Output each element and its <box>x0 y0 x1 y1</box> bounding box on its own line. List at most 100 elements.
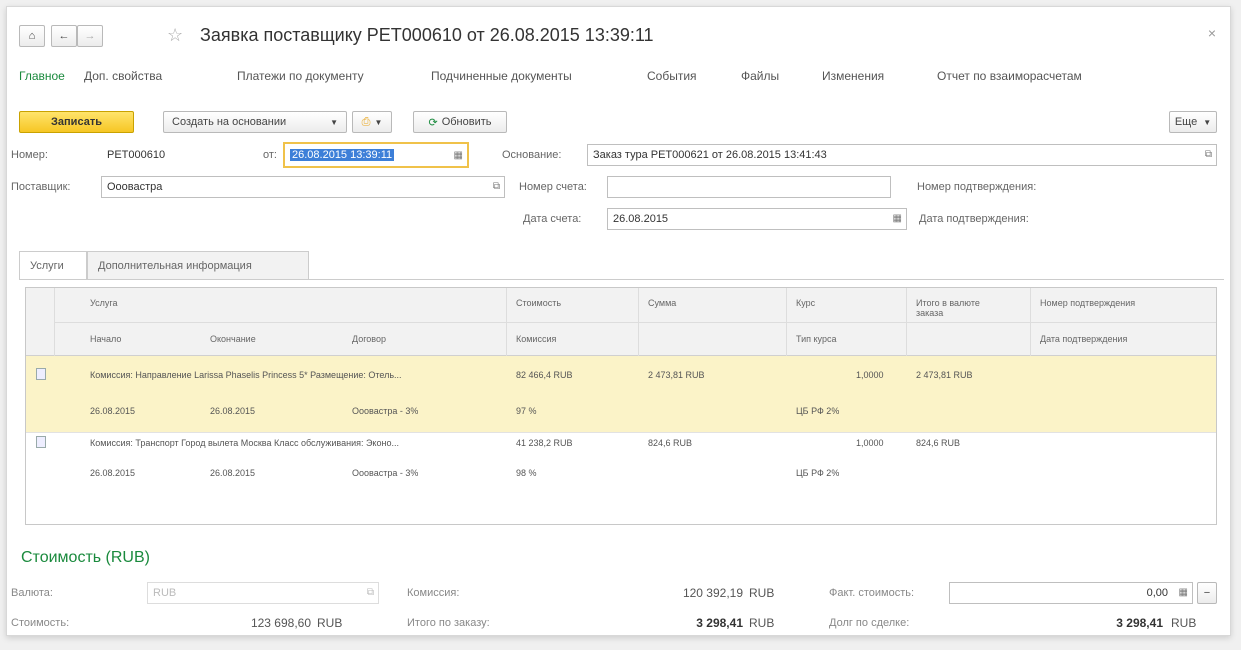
currency-field[interactable]: RUB ⧉ <box>147 582 379 604</box>
back-arrow-icon: ← <box>58 30 70 42</box>
row2-rate[interactable]: 1,0000 <box>856 438 884 448</box>
col-total[interactable]: Итого в валюте заказа <box>916 298 1006 318</box>
number-field[interactable]: PET000610 <box>101 144 243 166</box>
row1-end[interactable]: 26.08.2015 <box>210 406 255 416</box>
commission-label: Комиссия: <box>407 587 460 599</box>
currency-value: RUB <box>153 587 177 599</box>
row2-end[interactable]: 26.08.2015 <box>210 468 255 478</box>
row2-cost[interactable]: 41 238,2 RUB <box>516 438 573 448</box>
nav-events[interactable]: События <box>647 69 697 83</box>
chevron-down-icon: ▼ <box>330 117 338 127</box>
document-icon <box>36 368 46 380</box>
clear-button[interactable]: − <box>1197 582 1217 604</box>
row1-rate-type[interactable]: ЦБ РФ 2% <box>796 406 839 416</box>
services-table[interactable]: Услуга Стоимость Сумма Курс Итого в валю… <box>25 287 1217 525</box>
invoice-date-field[interactable]: 26.08.2015 ▦ <box>607 208 907 230</box>
col-cost[interactable]: Стоимость <box>516 298 561 308</box>
row2-service[interactable]: Комиссия: Транспорт Город вылета Москва … <box>90 438 495 448</box>
actual-cost-field[interactable]: 0,00 ▦ <box>949 582 1193 604</box>
cost-label: Стоимость: <box>11 617 70 629</box>
supplier-field[interactable]: Ооовастра ⧉ <box>101 176 505 198</box>
debt-value: 3 298,41 <box>1116 616 1163 630</box>
refresh-button[interactable]: ⟳ Обновить <box>413 111 507 133</box>
page-title: Заявка поставщику PET000610 от 26.08.201… <box>200 25 654 45</box>
row1-commission[interactable]: 97 % <box>516 406 537 416</box>
debt-currency: RUB <box>1171 616 1197 630</box>
row1-service[interactable]: Комиссия: Направление Larissa Phaselis P… <box>90 370 495 380</box>
actual-cost-value: 0,00 <box>1146 587 1168 599</box>
document-icon <box>36 436 46 448</box>
nav-changes[interactable]: Изменения <box>822 69 884 83</box>
home-icon: ⌂ <box>28 30 36 42</box>
row2-total[interactable]: 824,6 RUB <box>916 438 960 448</box>
row1-contract[interactable]: Ооовастра - 3% <box>352 406 418 416</box>
section-title: Стоимость (RUB) <box>21 549 150 566</box>
supplier-label: Поставщик: <box>11 181 71 193</box>
calendar-icon[interactable]: ▦ <box>893 213 902 224</box>
commission-currency: RUB <box>749 586 775 600</box>
row1-start[interactable]: 26.08.2015 <box>90 406 135 416</box>
save-button[interactable]: Записать <box>19 111 134 133</box>
col-confirm-date[interactable]: Дата подтверждения <box>1040 334 1127 344</box>
row2-commission[interactable]: 98 % <box>516 468 537 478</box>
forward-button[interactable]: → <box>77 25 103 47</box>
date-value: 26.08.2015 13:39:11 <box>290 149 395 161</box>
col-service[interactable]: Услуга <box>90 298 117 308</box>
number-value: PET000610 <box>107 149 166 161</box>
from-label: от: <box>263 149 277 161</box>
currency-label: Валюта: <box>11 587 53 599</box>
basis-label: Основание: <box>502 149 562 161</box>
nav-files[interactable]: Файлы <box>741 69 779 83</box>
invoice-no-label: Номер счета: <box>519 181 587 193</box>
nav-extra-props[interactable]: Доп. свойства <box>84 69 162 83</box>
calculator-icon[interactable]: ▦ <box>1179 587 1188 598</box>
back-button[interactable]: ← <box>51 25 77 47</box>
cost-value: 123 698,60 <box>250 616 311 630</box>
col-start[interactable]: Начало <box>90 334 121 344</box>
minus-icon: − <box>1203 587 1211 599</box>
create-based-label: Создать на основании <box>172 116 287 128</box>
table-row-selected-bg <box>26 356 1216 432</box>
confirm-date-label: Дата подтверждения: <box>919 213 1029 225</box>
row2-contract[interactable]: Ооовастра - 3% <box>352 468 418 478</box>
printer-icon: ⎙ <box>361 115 371 128</box>
col-confirm-no[interactable]: Номер подтверждения <box>1040 298 1135 308</box>
forward-arrow-icon: → <box>84 30 96 42</box>
refresh-label: Обновить <box>441 116 492 128</box>
supplier-value: Ооовастра <box>107 181 163 193</box>
row2-start[interactable]: 26.08.2015 <box>90 468 135 478</box>
col-end[interactable]: Окончание <box>210 334 256 344</box>
invoice-no-field[interactable] <box>607 176 891 198</box>
col-rate[interactable]: Курс <box>796 298 815 308</box>
row1-cost[interactable]: 82 466,4 RUB <box>516 370 573 380</box>
basis-field[interactable]: Заказ тура PET000621 от 26.08.2015 13:41… <box>587 144 1217 166</box>
date-field[interactable]: 26.08.2015 13:39:11 ▦ <box>283 142 469 168</box>
row2-sum[interactable]: 824,6 RUB <box>648 438 692 448</box>
invoice-date-value: 26.08.2015 <box>613 213 669 225</box>
print-dropdown-button[interactable]: ⎙ ▼ <box>352 111 392 133</box>
col-rate-type[interactable]: Тип курса <box>796 334 836 344</box>
favorite-star-icon[interactable]: ☆ <box>167 25 183 46</box>
close-icon[interactable]: × <box>1208 25 1216 41</box>
more-button[interactable]: Еще ▼ <box>1169 111 1217 133</box>
row1-total[interactable]: 2 473,81 RUB <box>916 370 973 380</box>
tab-services[interactable]: Услуги <box>19 251 87 280</box>
col-contract[interactable]: Договор <box>352 334 386 344</box>
col-sum[interactable]: Сумма <box>648 298 676 308</box>
home-button[interactable]: ⌂ <box>19 25 45 47</box>
open-link-icon[interactable]: ⧉ <box>1205 149 1212 160</box>
tab-additional-info[interactable]: Дополнительная информация <box>87 251 309 279</box>
row1-rate[interactable]: 1,0000 <box>856 370 884 380</box>
calendar-icon[interactable]: ▦ <box>454 150 463 161</box>
open-link-icon[interactable]: ⧉ <box>367 587 374 598</box>
chevron-down-icon: ▼ <box>374 117 383 127</box>
col-commission[interactable]: Комиссия <box>516 334 556 344</box>
create-based-button[interactable]: Создать на основании ▼ <box>163 111 347 133</box>
row2-rate-type[interactable]: ЦБ РФ 2% <box>796 468 839 478</box>
open-link-icon[interactable]: ⧉ <box>493 181 500 192</box>
nav-main[interactable]: Главное <box>19 69 65 83</box>
nav-payments[interactable]: Платежи по документу <box>237 69 364 83</box>
nav-sub-docs[interactable]: Подчиненные документы <box>431 69 572 83</box>
nav-settlements-report[interactable]: Отчет по взаиморасчетам <box>937 69 1082 83</box>
row1-sum[interactable]: 2 473,81 RUB <box>648 370 705 380</box>
